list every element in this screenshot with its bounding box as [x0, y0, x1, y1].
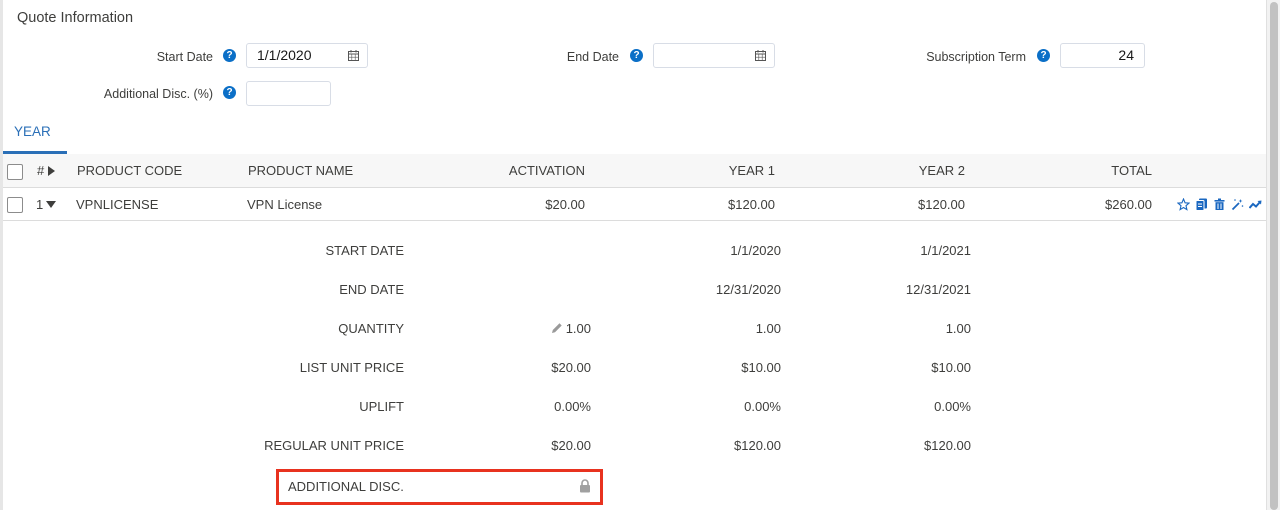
detail-label: LIST UNIT PRICE: [299, 360, 404, 375]
row-checkbox[interactable]: [7, 197, 23, 213]
vertical-scrollbar[interactable]: [1266, 0, 1280, 510]
detail-activation-value: 0.00%: [554, 399, 591, 414]
detail-activation-value[interactable]: 1.00: [441, 321, 591, 336]
help-icon[interactable]: ?: [223, 49, 236, 62]
pencil-icon[interactable]: [551, 322, 563, 334]
detail-year1-value: $120.00: [734, 438, 781, 453]
trend-icon[interactable]: [1249, 198, 1262, 211]
product-name: VPN License: [247, 196, 323, 212]
header-number[interactable]: #: [37, 154, 56, 187]
calendar-icon[interactable]: [755, 50, 766, 61]
detail-year2-value: 0.00%: [934, 399, 971, 414]
start-date-value: 1/1/2020: [257, 47, 312, 63]
additional-disc-row-label: ADDITIONAL DISC.: [288, 479, 404, 494]
calendar-icon[interactable]: [348, 50, 359, 61]
detail-year2-value: 1.00: [945, 321, 971, 336]
product-code: VPNLICENSE: [76, 196, 159, 212]
detail-label: END DATE: [339, 282, 404, 297]
clone-icon[interactable]: [1195, 198, 1208, 211]
header-number-label: #: [37, 163, 45, 178]
detail-year2-value: 12/31/2021: [905, 282, 971, 297]
help-icon[interactable]: ?: [1037, 49, 1050, 62]
tab-year[interactable]: YEAR: [3, 118, 67, 154]
detail-year2-value: $120.00: [924, 438, 971, 453]
trash-icon[interactable]: [1213, 198, 1226, 211]
row-number[interactable]: 1: [36, 188, 57, 220]
detail-year1-value: 1.00: [755, 321, 781, 336]
star-icon[interactable]: [1177, 197, 1190, 211]
lock-icon: [580, 479, 590, 493]
additional-disc-input[interactable]: [246, 81, 331, 106]
header-total: TOTAL: [1111, 163, 1152, 178]
detail-year1-value: 12/31/2020: [715, 282, 781, 297]
header-activation: ACTIVATION: [508, 163, 585, 178]
detail-year1-value: 1/1/2020: [730, 243, 781, 258]
header-year2: YEAR 2: [918, 163, 965, 178]
end-date-label: End Date: [566, 50, 619, 64]
magic-wand-icon[interactable]: [1231, 198, 1244, 211]
table-header: # PRODUCT CODE PRODUCT NAME ACTIVATION Y…: [3, 154, 1266, 188]
help-icon[interactable]: ?: [223, 86, 236, 99]
start-date-input[interactable]: 1/1/2020: [246, 43, 368, 68]
detail-year2-value: 1/1/2021: [920, 243, 971, 258]
collapse-icon[interactable]: [46, 200, 57, 208]
detail-year1-value: $10.00: [741, 360, 781, 375]
detail-activation-value: $20.00: [551, 438, 591, 453]
header-year1: YEAR 1: [728, 163, 775, 178]
detail-activation-value: $20.00: [551, 360, 591, 375]
help-icon[interactable]: ?: [630, 49, 643, 62]
detail-label: UPLIFT: [359, 399, 404, 414]
detail-year2-value: $10.00: [931, 360, 971, 375]
year2-value: $120.00: [918, 196, 965, 212]
section-title: Quote Information: [17, 10, 134, 26]
activation-value: $20.00: [545, 196, 585, 212]
detail-label: QUANTITY: [338, 321, 404, 336]
year1-value: $120.00: [728, 196, 775, 212]
additional-disc-label: Additional Disc. (%): [103, 87, 213, 101]
header-product-name: PRODUCT NAME: [248, 163, 354, 178]
quantity-value: 1.00: [565, 321, 591, 336]
detail-label: START DATE: [325, 243, 405, 258]
detail-year1-value: 0.00%: [744, 399, 781, 414]
total-value: $260.00: [1105, 196, 1152, 212]
header-product-code: PRODUCT CODE: [77, 163, 183, 178]
subscription-term-input[interactable]: 24: [1060, 43, 1145, 68]
expand-all-icon[interactable]: [48, 165, 56, 176]
subscription-term-label: Subscription Term: [926, 50, 1026, 64]
row-actions: [1177, 188, 1262, 220]
end-date-input[interactable]: [653, 43, 775, 68]
additional-disc-row[interactable]: ADDITIONAL DISC.: [276, 469, 603, 505]
select-all-checkbox[interactable]: [7, 164, 23, 180]
row-number-label: 1: [36, 196, 44, 212]
detail-label: REGULAR UNIT PRICE: [264, 438, 404, 453]
table-row: 1 VPNLICENSE VPN License $20.00 $120.00 …: [3, 188, 1266, 221]
start-date-label: Start Date: [156, 50, 213, 64]
scrollbar-thumb[interactable]: [1270, 2, 1278, 510]
